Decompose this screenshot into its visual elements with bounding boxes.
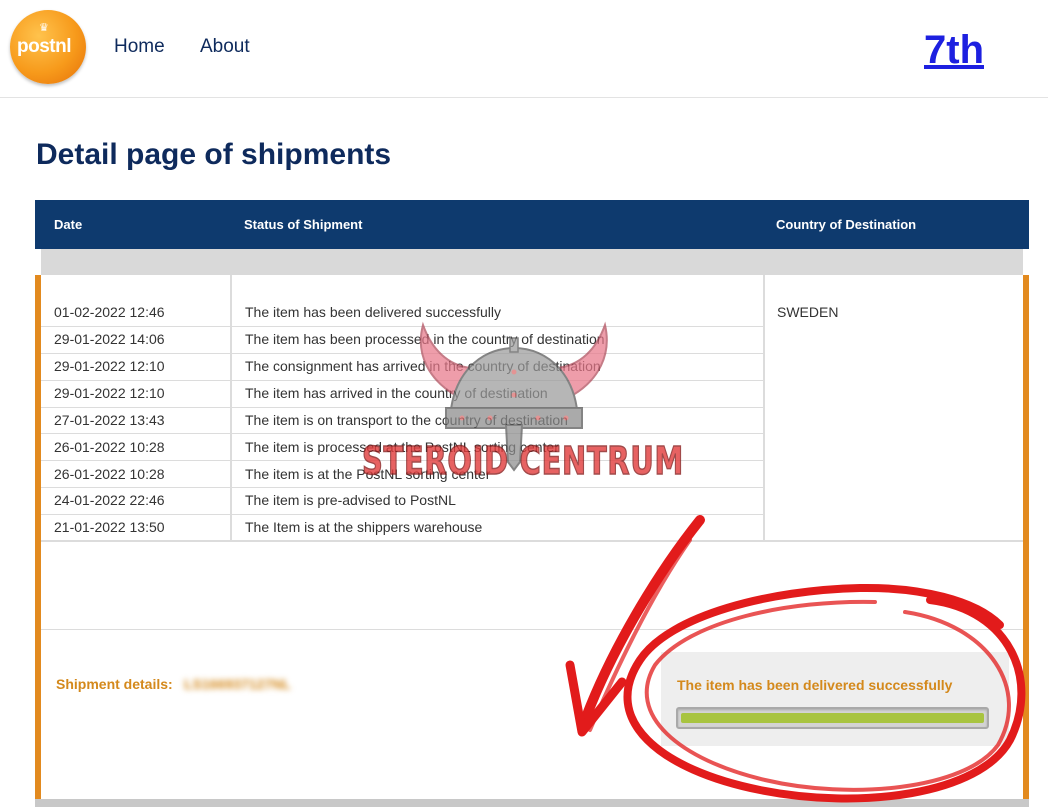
row-date: 29-01-2022 14:06	[54, 331, 165, 347]
row-divider	[41, 326, 764, 327]
row-date: 26-01-2022 10:28	[54, 439, 165, 455]
badge-7th-link[interactable]: 7th	[924, 28, 984, 73]
row-status: The item is pre-advised to PostNL	[245, 492, 456, 508]
row-date: 29-01-2022 12:10	[54, 358, 165, 374]
postnl-logo[interactable]: ♛ postnl	[10, 10, 86, 84]
row-date: 29-01-2022 12:10	[54, 385, 165, 401]
row-status: The consignment has arrived in the count…	[245, 358, 601, 374]
row-status: The item is at the PostNL sorting center	[245, 466, 491, 482]
bottom-border	[35, 799, 1029, 807]
delivery-progress-bar	[676, 707, 989, 729]
progress-fill	[681, 713, 984, 723]
column-header-status: Status of Shipment	[244, 217, 363, 232]
table-header: Date Status of Shipment Country of Desti…	[35, 200, 1029, 249]
column-divider	[763, 275, 765, 541]
row-divider	[41, 514, 764, 515]
row-divider	[41, 407, 764, 408]
nav-about-link[interactable]: About	[200, 36, 250, 58]
row-status: The item has been processed in the count…	[245, 331, 605, 347]
tracking-code-blurred: LS166937127NL	[184, 676, 291, 692]
column-header-country: Country of Destination	[776, 217, 917, 232]
nav-home-link[interactable]: Home	[114, 36, 165, 58]
table-bottom-divider	[41, 540, 1023, 542]
column-divider	[230, 275, 232, 541]
destination-country: SWEDEN	[777, 304, 839, 320]
row-divider	[41, 433, 764, 434]
delivery-status-box: The item has been delivered successfully	[661, 652, 1009, 746]
row-date: 26-01-2022 10:28	[54, 466, 165, 482]
row-divider	[41, 487, 764, 488]
right-accent-border	[1023, 275, 1029, 807]
page-title: Detail page of shipments	[36, 138, 392, 171]
row-date: 21-01-2022 13:50	[54, 519, 165, 535]
crown-icon: ♛	[39, 21, 49, 34]
row-divider	[41, 460, 764, 461]
logo-text: postnl	[17, 36, 72, 57]
page: ♛ postnl Home About 7th Detail page of s…	[0, 0, 1048, 807]
row-divider	[41, 380, 764, 381]
row-date: 27-01-2022 13:43	[54, 412, 165, 428]
row-status: The item is processed at the PostNL sort…	[245, 439, 559, 455]
row-divider	[41, 353, 764, 354]
details-divider	[41, 629, 1023, 630]
column-header-date: Date	[54, 217, 83, 232]
row-status: The item is on transport to the country …	[245, 412, 568, 428]
row-date: 01-02-2022 12:46	[54, 304, 165, 320]
row-status: The item has arrived in the country of d…	[245, 385, 548, 401]
row-date: 24-01-2022 22:46	[54, 492, 165, 508]
top-navbar: ♛ postnl Home About 7th	[0, 0, 1048, 98]
delivery-status-text: The item has been delivered successfully	[677, 677, 953, 693]
shipment-details-label: Shipment details:	[56, 676, 173, 692]
row-status: The item has been delivered successfully	[245, 304, 502, 320]
row-status: The Item is at the shippers warehouse	[245, 519, 483, 535]
table-spacer-bar	[41, 249, 1023, 275]
